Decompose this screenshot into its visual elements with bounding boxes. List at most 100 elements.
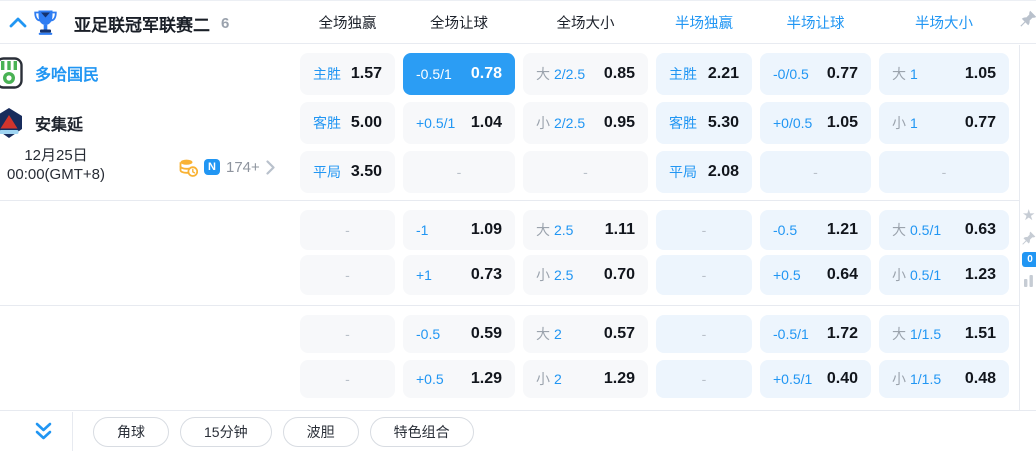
over-under-prefix: 大 bbox=[892, 326, 906, 342]
empty-odds-placeholder: - bbox=[701, 326, 707, 342]
odds-cell[interactable]: +0.5 1.29 bbox=[403, 360, 515, 398]
column-header-3[interactable]: 半场独赢 bbox=[656, 1, 752, 44]
odds-cell[interactable]: 大 2 0.57 bbox=[523, 315, 648, 353]
away-team-row[interactable]: 安集延 bbox=[0, 107, 83, 139]
pin-icon[interactable] bbox=[1020, 10, 1036, 27]
odds-value: 1.05 bbox=[964, 65, 996, 82]
stats-bars-icon[interactable] bbox=[1022, 274, 1036, 288]
odds-selection-label: 大2 bbox=[536, 324, 562, 344]
odds-selection-label: 小2 bbox=[536, 369, 562, 389]
extra-market-button-2[interactable]: 波胆 bbox=[282, 417, 359, 447]
section-divider bbox=[0, 200, 1019, 201]
odds-cell[interactable]: 小 2/2.5 0.95 bbox=[523, 102, 648, 144]
odds-cell[interactable]: -0.5/1 0.78 bbox=[403, 53, 515, 95]
odds-cell[interactable]: 大 1/1.5 1.51 bbox=[879, 315, 1009, 353]
odds-selection-label: +1 bbox=[416, 267, 432, 283]
over-under-prefix: 大 bbox=[892, 222, 906, 238]
odds-cell[interactable]: 主胜 2.21 bbox=[656, 53, 752, 95]
handicap-line: 1/1.5 bbox=[910, 326, 942, 342]
odds-selection-label: 大 1/1.5 bbox=[892, 324, 941, 344]
selection-label: +0.5 bbox=[773, 267, 801, 283]
section-divider bbox=[0, 305, 1019, 306]
odds-selection-label: 大 0.5/1 bbox=[892, 220, 941, 240]
extra-market-button-0[interactable]: 角球 bbox=[93, 417, 169, 447]
odds-cell[interactable]: +1 0.73 bbox=[403, 255, 515, 295]
odds-cell[interactable]: -0/0.5 0.77 bbox=[760, 53, 871, 95]
odds-value: 1.72 bbox=[826, 325, 858, 342]
odds-cell-empty: - bbox=[879, 151, 1009, 193]
odds-cell[interactable]: -1 1.09 bbox=[403, 210, 515, 250]
odds-cell[interactable]: 客胜 5.00 bbox=[300, 102, 395, 144]
over-under-prefix: 大 bbox=[892, 66, 906, 82]
odds-selection-label: -1 bbox=[416, 222, 428, 238]
odds-selection-label: +0/0.5 bbox=[773, 115, 812, 131]
odds-cell[interactable]: 主胜 1.57 bbox=[300, 53, 395, 95]
odds-selection-label: -0.5/1 bbox=[773, 326, 809, 342]
odds-cell[interactable]: 小 0.5/1 1.23 bbox=[879, 255, 1009, 295]
over-under-prefix: 小 bbox=[892, 267, 906, 283]
selection-label: 平局 bbox=[669, 164, 697, 180]
over-under-prefix: 小 bbox=[536, 115, 550, 131]
odds-cell[interactable]: -0.5/1 1.72 bbox=[760, 315, 871, 353]
odds-cell-empty: - bbox=[300, 360, 395, 398]
column-header-4[interactable]: 半场让球 bbox=[760, 1, 871, 44]
odds-cell[interactable]: 平局 2.08 bbox=[656, 151, 752, 193]
odds-cell[interactable]: 客胜 5.30 bbox=[656, 102, 752, 144]
more-markets-link[interactable]: N 174+ bbox=[179, 157, 275, 177]
handicap-line: 2/2.5 bbox=[554, 66, 586, 82]
odds-cell[interactable]: 平局 3.50 bbox=[300, 151, 395, 193]
favorite-star-icon[interactable]: ★ bbox=[1022, 208, 1035, 224]
collapse-chevron-up-icon[interactable] bbox=[9, 14, 27, 30]
odds-selection-label: 小1 bbox=[892, 113, 918, 133]
odds-cell[interactable]: 大 2/2.5 0.85 bbox=[523, 53, 648, 95]
league-title: 亚足联冠军联赛二 bbox=[74, 15, 210, 35]
odds-cell-empty: - bbox=[656, 255, 752, 295]
column-header-5[interactable]: 半场大小 bbox=[879, 1, 1009, 44]
away-team-name[interactable]: 安集延 bbox=[35, 111, 83, 135]
selection-label: 主胜 bbox=[313, 66, 341, 82]
odds-value: 1.23 bbox=[964, 266, 996, 283]
pin-small-icon[interactable] bbox=[1022, 231, 1036, 245]
handicap-line: 2.5 bbox=[554, 267, 574, 283]
selection-label: 客胜 bbox=[313, 115, 341, 131]
over-under-prefix: 大 bbox=[536, 222, 550, 238]
odds-value: 0.64 bbox=[826, 266, 858, 283]
odds-cell[interactable]: -0.5 1.21 bbox=[760, 210, 871, 250]
empty-odds-placeholder: - bbox=[701, 267, 707, 283]
empty-odds-placeholder: - bbox=[583, 164, 588, 180]
odds-cell[interactable]: 大 1 1.05 bbox=[879, 53, 1009, 95]
odds-value: 1.21 bbox=[826, 221, 858, 238]
odds-cell[interactable]: +0.5 0.64 bbox=[760, 255, 871, 295]
selection-label: -0.5 bbox=[773, 222, 798, 238]
odds-cell[interactable]: +0/0.5 1.05 bbox=[760, 102, 871, 144]
odds-cell[interactable]: 小 1 0.77 bbox=[879, 102, 1009, 144]
odds-cell[interactable]: 大 2.5 1.11 bbox=[523, 210, 648, 250]
odds-cell[interactable]: +0.5/1 1.04 bbox=[403, 102, 515, 144]
odds-cell[interactable]: 小 1/1.5 0.48 bbox=[879, 360, 1009, 398]
odds-section-3: - -0.5 0.59 大 2 0.57 - -0.5/1 1.72 大 1/1.5 1.51 - +0.… bbox=[300, 315, 1009, 398]
match-time: 00:00(GMT+8) bbox=[7, 166, 105, 183]
home-team-name[interactable]: 多哈国民 bbox=[35, 61, 99, 85]
empty-odds-placeholder: - bbox=[701, 371, 707, 387]
odds-widget: 亚足联冠军联赛二 6 全场独赢 全场让球 全场大小 半场独赢 半场让球 半场大小 多哈国民… bbox=[0, 0, 1036, 451]
home-team-row[interactable]: 多哈国民 bbox=[0, 57, 99, 89]
odds-selection-label: 小 2/2.5 bbox=[536, 113, 585, 133]
selection-label: -0.5/1 bbox=[773, 326, 809, 342]
odds-cell[interactable]: 小 2 1.29 bbox=[523, 360, 648, 398]
selection-label: -0/0.5 bbox=[773, 66, 809, 82]
extra-market-button-3[interactable]: 特色组合 bbox=[369, 417, 474, 447]
odds-value: 0.77 bbox=[826, 65, 858, 82]
handicap-line: 1/1.5 bbox=[910, 371, 942, 387]
odds-value: 1.57 bbox=[350, 65, 382, 82]
odds-count-badge[interactable]: 0 bbox=[1022, 252, 1036, 267]
odds-cell[interactable]: +0.5/1 0.40 bbox=[760, 360, 871, 398]
odds-cell[interactable]: -0.5 0.59 bbox=[403, 315, 515, 353]
odds-selection-label: 平局 bbox=[313, 162, 341, 182]
expand-double-chevron-down-icon[interactable] bbox=[33, 422, 54, 441]
odds-cell[interactable]: 小 2.5 0.70 bbox=[523, 255, 648, 295]
extra-market-button-1[interactable]: 15分钟 bbox=[180, 417, 272, 447]
odds-cell[interactable]: 大 0.5/1 0.63 bbox=[879, 210, 1009, 250]
empty-odds-placeholder: - bbox=[345, 371, 350, 387]
odds-value: 1.29 bbox=[603, 370, 635, 387]
live-odds-icon bbox=[179, 159, 198, 177]
